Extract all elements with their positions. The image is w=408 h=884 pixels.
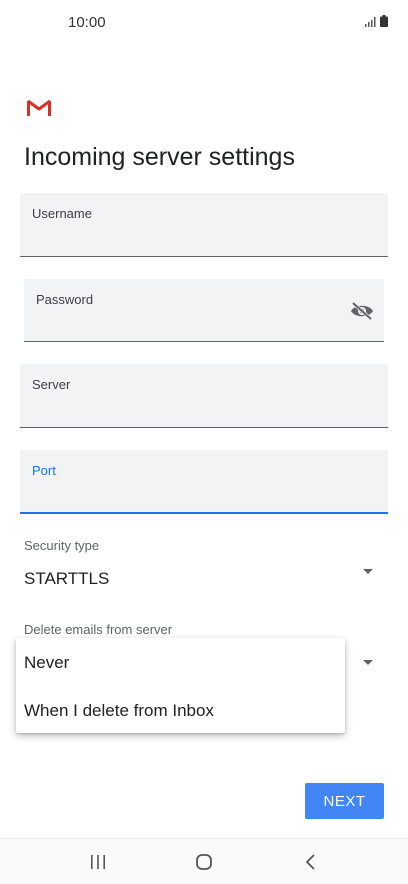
password-input[interactable] (36, 316, 340, 335)
password-field[interactable]: Password (24, 279, 384, 342)
screen: 10:00 Incoming server settings Username … (0, 0, 408, 884)
back-icon[interactable] (305, 854, 317, 870)
dropdown-option-when-delete-from-inbox[interactable]: When I delete from Inbox (24, 701, 214, 721)
port-field[interactable]: Port (20, 450, 388, 514)
username-label: Username (32, 206, 92, 221)
username-field[interactable]: Username (20, 193, 388, 257)
username-input[interactable] (32, 231, 344, 250)
password-label: Password (36, 292, 94, 307)
dropdown-arrow-icon[interactable] (363, 660, 373, 665)
port-input[interactable] (32, 487, 344, 506)
security-type-label: Security type (24, 538, 100, 553)
signal-icon (365, 17, 376, 27)
delete-emails-label: Delete emails from server (24, 622, 173, 637)
server-input[interactable] (32, 402, 344, 421)
port-label: Port (32, 463, 56, 478)
visibility-off-icon[interactable] (350, 302, 374, 320)
dropdown-option-never[interactable]: Never (24, 653, 69, 673)
server-field[interactable]: Server (20, 364, 388, 428)
delete-emails-dropdown-menu: Never When I delete from Inbox (16, 638, 345, 733)
server-label: Server (32, 377, 71, 392)
status-time: 10:00 (68, 14, 106, 31)
dropdown-arrow-icon (363, 569, 373, 574)
next-button[interactable]: NEXT (305, 783, 384, 819)
status-icons (365, 15, 388, 27)
security-type-value: STARTTLS (24, 569, 110, 588)
security-type-select[interactable]: STARTTLS (20, 560, 388, 596)
gmail-logo-icon (27, 99, 51, 116)
battery-icon (380, 15, 388, 27)
page-title: Incoming server settings (24, 143, 295, 171)
home-icon[interactable] (195, 853, 213, 871)
recent-apps-icon[interactable] (90, 854, 106, 870)
navigation-bar (0, 838, 408, 884)
